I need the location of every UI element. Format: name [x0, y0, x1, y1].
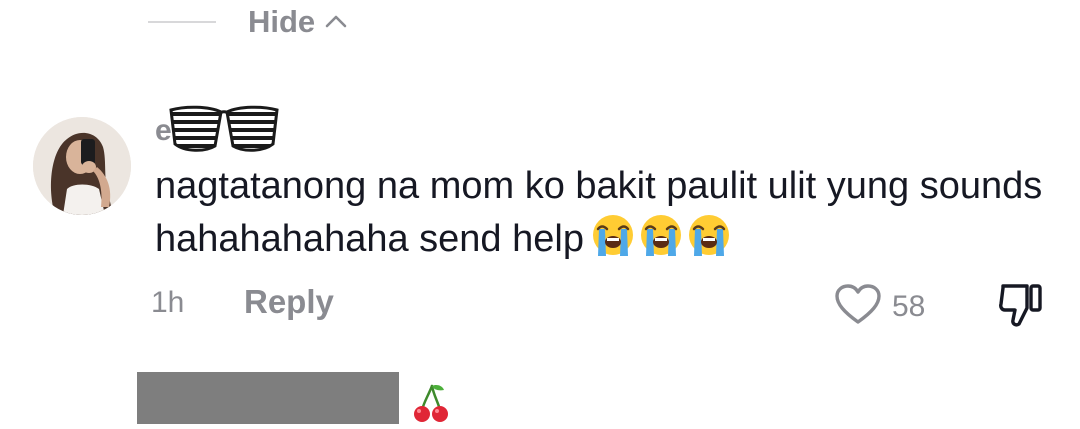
chevron-up-icon: [325, 14, 347, 33]
thumbs-down-icon: [997, 284, 1045, 334]
loudly-crying-face-icon: [592, 215, 633, 256]
like-count: 58: [892, 289, 926, 323]
reply-button[interactable]: Reply: [244, 283, 334, 321]
redacted-username: [137, 372, 399, 424]
comment-text: nagtatanong na mom ko bakit paulit ulit …: [155, 160, 1055, 272]
hide-replies-button[interactable]: Hide: [248, 4, 347, 40]
cherries-icon: [412, 382, 450, 429]
shutter-shades-icon: [165, 102, 283, 161]
like-button[interactable]: 58: [834, 283, 925, 330]
hide-replies-label: Hide: [248, 4, 316, 39]
loudly-crying-face-icon: [688, 215, 729, 256]
dislike-button[interactable]: [997, 280, 1045, 335]
loudly-crying-face-icon: [640, 215, 681, 256]
username[interactable]: e: [155, 103, 283, 159]
divider-line: [148, 21, 216, 23]
emoji-group: [590, 212, 734, 272]
replies-toggle-row: Hide: [148, 0, 347, 44]
comment-timestamp: 1h: [151, 286, 185, 319]
avatar[interactable]: [33, 117, 131, 215]
heart-icon: [834, 283, 882, 330]
